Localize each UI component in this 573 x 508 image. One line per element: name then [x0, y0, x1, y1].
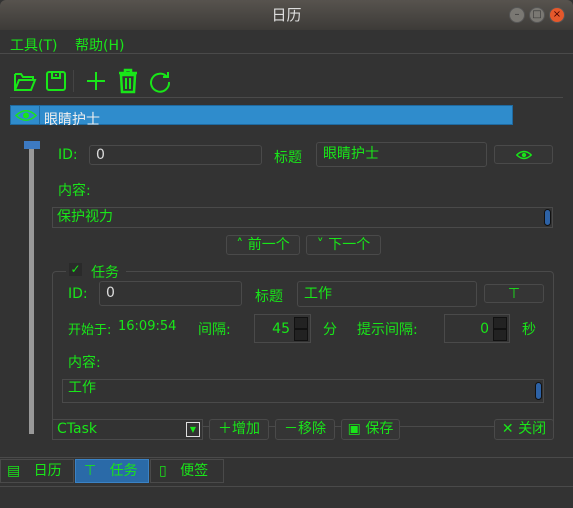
close-window-button[interactable]: ×	[549, 7, 565, 23]
menu-bar: 工具(T) 帮助(H)	[0, 30, 573, 54]
list-item-label: 眼睛护士	[44, 112, 100, 128]
task-title-input[interactable]: 工作	[297, 281, 477, 307]
minimize-button[interactable]: –	[509, 7, 525, 23]
refresh-icon[interactable]	[148, 68, 172, 94]
icon-picker-button[interactable]	[494, 145, 553, 164]
tab-label: 任务	[109, 463, 138, 479]
interval-label: 间隔:	[198, 322, 231, 338]
spin-up-button[interactable]	[493, 317, 507, 329]
task-title-label: 标题	[255, 289, 283, 305]
save-button[interactable]: ▣ 保存	[341, 419, 400, 440]
add-button[interactable]: ＋增加	[209, 419, 269, 440]
remove-label: 移除	[298, 421, 326, 437]
list-divider	[39, 106, 40, 124]
plus-icon[interactable]	[84, 68, 108, 94]
trash-icon[interactable]	[116, 68, 140, 94]
chevron-down-icon: ˅	[316, 237, 329, 253]
interval-spinbox[interactable]: 45	[254, 314, 311, 343]
t-icon: ⊤	[507, 286, 521, 302]
slider-handle[interactable]	[24, 141, 40, 149]
folder-open-icon[interactable]	[13, 68, 37, 94]
content-textarea[interactable]: 保护视力	[52, 207, 553, 228]
calendar-icon: ▤	[7, 463, 21, 479]
eye-icon	[15, 110, 37, 121]
combo-value: CTask	[57, 421, 97, 437]
prev-button[interactable]: ˄ 前一个	[226, 235, 300, 255]
title-input[interactable]: 眼睛护士	[316, 142, 487, 167]
task-id-label: ID:	[68, 286, 88, 302]
window-title: 日历	[271, 6, 302, 24]
dropdown-arrow-icon[interactable]: ▼	[186, 422, 200, 437]
tab-label: 便签	[180, 463, 209, 479]
interval-unit: 分	[323, 322, 337, 338]
title-bar: 日历	[0, 0, 573, 30]
tab-divider	[0, 457, 573, 458]
task-content-label: 内容:	[68, 355, 101, 371]
close-button[interactable]: ✕ 关闭	[494, 419, 554, 440]
vertical-slider[interactable]	[29, 146, 34, 434]
tab-label: 日历	[33, 463, 62, 479]
task-checkbox[interactable]: ✓	[69, 263, 82, 276]
list-item[interactable]: 眼睛护士	[10, 105, 513, 128]
save-label: 保存	[365, 421, 394, 437]
scrollbar-thumb[interactable]	[544, 209, 551, 226]
scrollbar-thumb[interactable]	[535, 382, 542, 400]
interval-value: 45	[272, 321, 290, 337]
hint-spinbox[interactable]: 0	[444, 314, 510, 343]
hint-value: 0	[480, 321, 489, 337]
save-icon[interactable]	[44, 68, 68, 94]
type-combobox[interactable]: CTask ▼	[52, 419, 203, 440]
id-label: ID:	[58, 147, 78, 163]
next-button[interactable]: ˅ 下一个	[306, 235, 381, 255]
tab-task[interactable]: ⊤ 任务	[75, 459, 149, 483]
remove-button[interactable]: －移除	[275, 419, 335, 440]
t-icon: ⊤	[84, 463, 97, 479]
spin-down-button[interactable]	[294, 329, 308, 341]
chevron-up-icon: ˄	[236, 237, 248, 253]
next-label: 下一个	[328, 237, 371, 253]
task-group-label: 任务	[91, 265, 119, 281]
id-input[interactable]: 0	[89, 145, 262, 165]
hint-label: 提示间隔:	[357, 322, 418, 338]
status-bar-divider	[0, 486, 573, 487]
menu-help[interactable]: 帮助(H)	[75, 35, 124, 55]
tab-calendar[interactable]: ▤ 日历	[0, 459, 74, 483]
task-content-textarea[interactable]: 工作	[62, 379, 544, 403]
maximize-button[interactable]: □	[529, 7, 545, 23]
close-icon: ✕	[501, 421, 519, 437]
content-label: 内容:	[58, 183, 91, 199]
toolbar-divider	[10, 97, 563, 98]
minus-icon: －	[284, 421, 298, 437]
spin-up-button[interactable]	[294, 317, 308, 329]
toolbar-separator	[73, 70, 74, 92]
start-time: 16:09:54	[118, 319, 177, 334]
tab-notes[interactable]: ▯ 便签	[150, 459, 224, 483]
add-label: 增加	[232, 421, 260, 437]
prev-label: 前一个	[247, 237, 290, 253]
note-icon: ▯	[159, 463, 167, 479]
eye-icon	[515, 150, 532, 160]
spin-down-button[interactable]	[493, 329, 507, 341]
start-label: 开始于:	[68, 323, 112, 338]
save-icon: ▣	[347, 421, 366, 437]
title-label: 标题	[274, 150, 302, 166]
close-label: 关闭	[518, 421, 547, 437]
task-icon-button[interactable]: ⊤	[484, 284, 544, 303]
task-id-input[interactable]: 0	[99, 281, 242, 306]
plus-icon: ＋	[218, 421, 232, 437]
menu-tools[interactable]: 工具(T)	[10, 35, 57, 55]
hint-unit: 秒	[522, 322, 536, 338]
